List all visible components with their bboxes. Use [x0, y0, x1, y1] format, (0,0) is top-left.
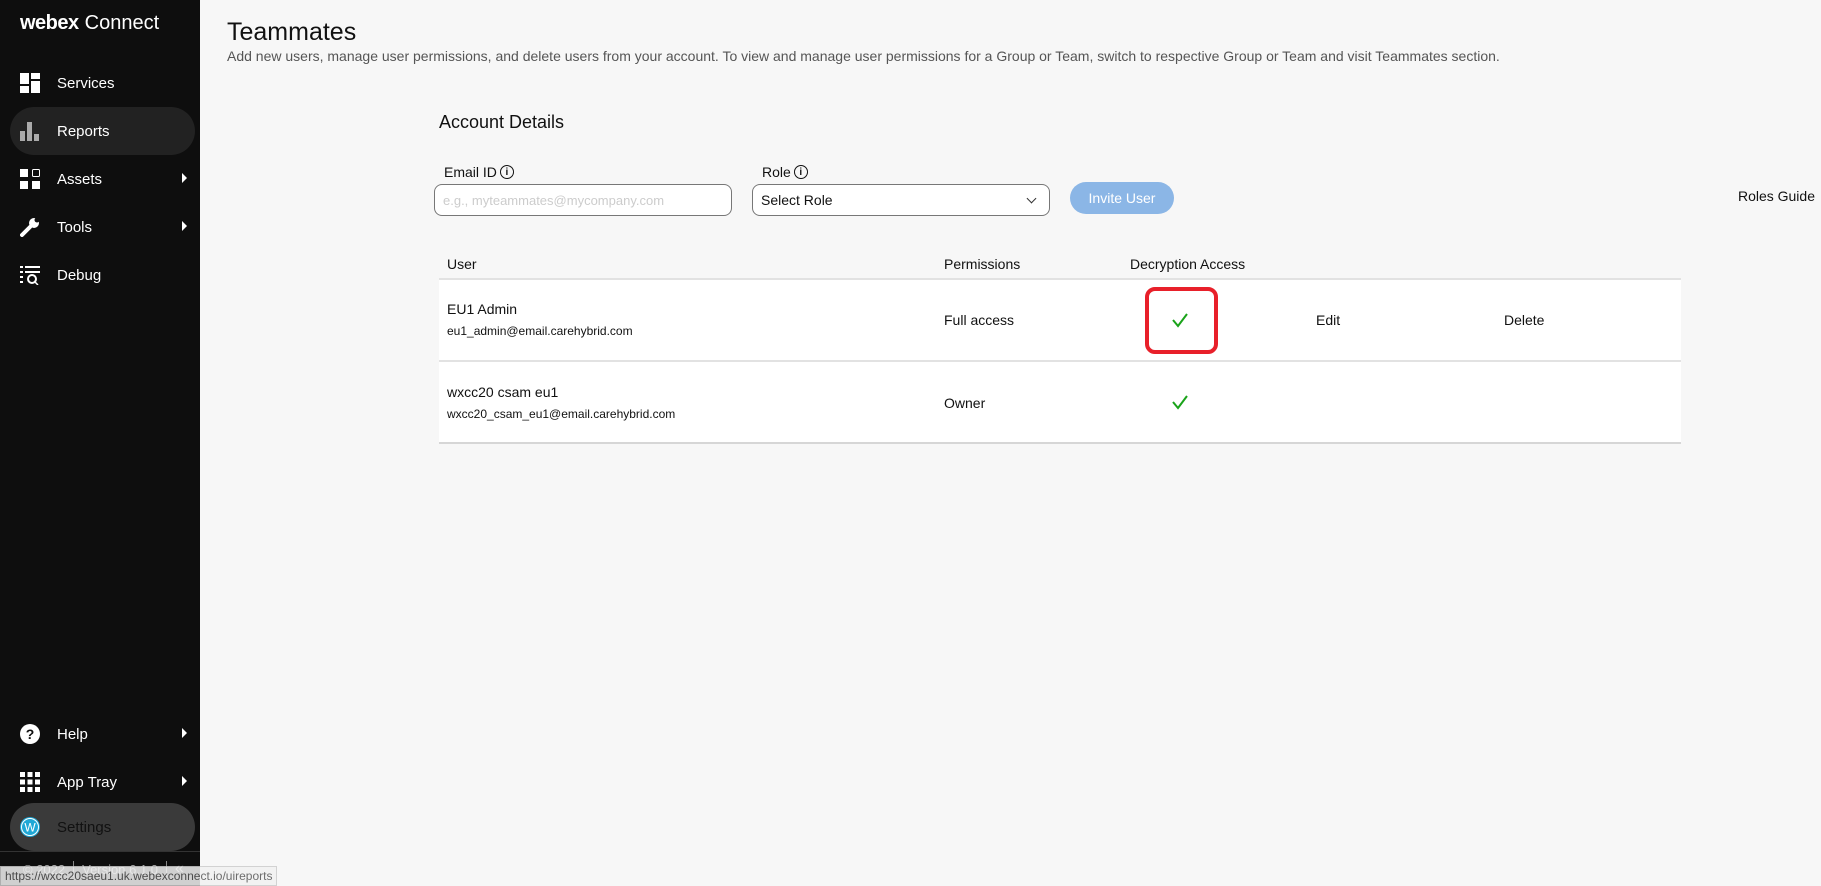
sidebar-item-reports[interactable]: Reports — [10, 107, 195, 155]
assets-icon — [20, 169, 40, 189]
roles-guide-link[interactable]: Roles Guide — [1738, 188, 1815, 204]
help-icon: ? — [20, 724, 40, 744]
grid-icon — [20, 772, 40, 792]
chevron-right-icon — [182, 221, 187, 231]
bar-chart-icon — [20, 121, 40, 141]
user-permission: Full access — [944, 312, 1015, 328]
chevron-right-icon — [182, 776, 187, 786]
sidebar-item-settings[interactable]: W Settings — [10, 803, 195, 851]
email-label: Email ID i — [444, 164, 514, 180]
sidebar-item-app-tray[interactable]: App Tray — [10, 758, 195, 806]
wrench-icon — [20, 217, 40, 237]
info-icon[interactable]: i — [499, 165, 514, 179]
edit-button[interactable]: Edit — [1316, 312, 1340, 328]
sidebar-item-debug[interactable]: Debug — [10, 251, 195, 299]
table-row: wxcc20 csam eu1 wxcc20_csam_eu1@email.ca… — [439, 362, 1681, 444]
status-bar-url: https://wxcc20saeu1.uk.webexconnect.io/u… — [0, 866, 278, 886]
email-field[interactable] — [434, 184, 732, 216]
avatar-w-icon: W — [20, 817, 40, 837]
column-header-user: User — [447, 256, 477, 272]
highlight-annotation — [1145, 287, 1218, 354]
divider — [439, 278, 1681, 280]
sidebar-item-tools[interactable]: Tools — [10, 203, 195, 251]
table-row: EU1 Admin eu1_admin@email.carehybrid.com… — [439, 279, 1681, 361]
column-header-decryption: Decryption Access — [1130, 256, 1246, 272]
user-name: wxcc20 csam eu1 — [447, 384, 559, 400]
check-icon — [1172, 395, 1188, 410]
sidebar: webex Connect Services Reports Assets Too… — [0, 0, 200, 886]
svg-text:W: W — [24, 821, 36, 835]
invite-user-button[interactable]: Invite User — [1070, 182, 1174, 214]
user-email: wxcc20_csam_eu1@email.carehybrid.com — [447, 407, 676, 421]
webex-connect-logo[interactable]: webex Connect — [20, 12, 159, 35]
sidebar-item-assets[interactable]: Assets — [10, 155, 195, 203]
page-subtitle: Add new users, manage user permissions, … — [227, 48, 1500, 64]
svg-text:?: ? — [26, 726, 35, 742]
user-permission: Owner — [944, 395, 986, 411]
column-header-permissions: Permissions — [944, 256, 1021, 272]
section-title: Account Details — [439, 112, 565, 132]
delete-button[interactable]: Delete — [1504, 312, 1544, 328]
role-select[interactable]: Select Role — [752, 184, 1050, 216]
user-email: eu1_admin@email.carehybrid.com — [447, 324, 633, 338]
services-icon — [20, 73, 40, 93]
debug-icon — [20, 265, 40, 285]
page-title: Teammates — [227, 18, 357, 46]
info-icon[interactable]: i — [793, 165, 808, 179]
role-label: Role i — [762, 164, 808, 180]
chevron-right-icon — [182, 173, 187, 183]
user-name: EU1 Admin — [447, 301, 518, 317]
sidebar-item-help[interactable]: ? Help — [10, 710, 195, 758]
chevron-down-icon — [1026, 193, 1037, 203]
chevron-right-icon — [182, 728, 187, 738]
divider — [439, 360, 1681, 362]
sidebar-item-services[interactable]: Services — [10, 59, 195, 107]
divider — [439, 442, 1681, 444]
